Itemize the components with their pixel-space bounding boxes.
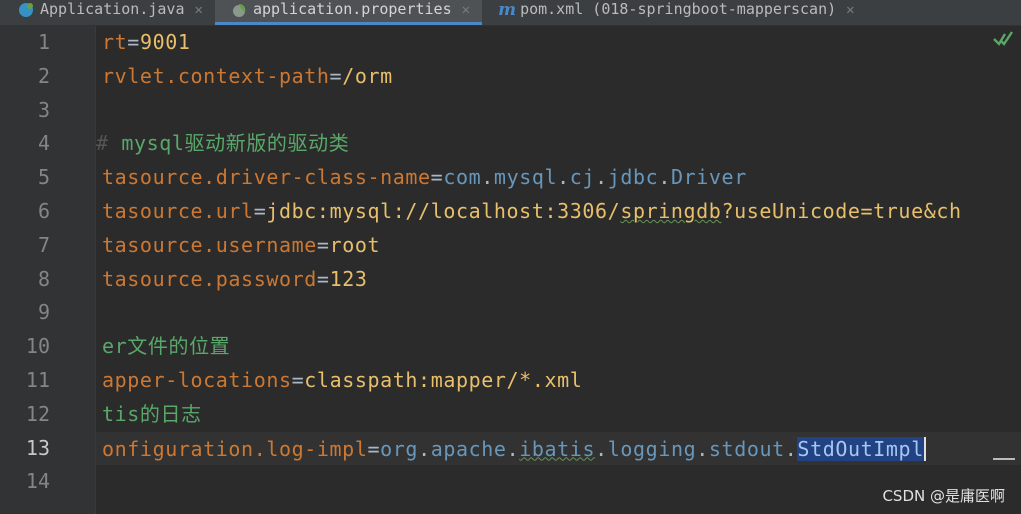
line-number: 4 [37,131,50,156]
tab-label: pom.xml (018-springboot-mapperscan) [520,0,837,18]
line-number: 11 [25,368,50,392]
line-number: 7 [37,232,50,257]
line-number: 10 [25,334,50,359]
line-number: 3 [37,97,50,122]
code-line-2[interactable]: rvlet.context-path=/orm [102,60,393,94]
inspection-ok-icon[interactable] [993,30,1013,48]
spring-properties-icon [232,3,246,17]
watermark: CSDN @是庸医啊 [882,487,1005,505]
tab-label: Application.java [40,0,185,18]
cursor-underscore [993,458,1015,460]
code-line-6[interactable]: tasource.url=jdbc:mysql://localhost:3306… [102,195,962,229]
editor-tab-bar: Application.java ✕ application.propertie… [0,0,1021,26]
line-number: 8 [37,266,50,291]
code-line-12[interactable]: tis的日志 [102,398,202,432]
close-icon[interactable]: ✕ [846,2,854,18]
line-number: 9 [37,300,50,325]
line-number: 2 [37,63,50,88]
tab-application-java[interactable]: Application.java ✕ [0,0,215,25]
line-number: 5 [37,165,50,190]
maven-icon: m [498,0,517,20]
selected-text: StdOutImpl [797,436,924,461]
line-number: 6 [37,199,50,223]
line-number: 1 [37,30,50,54]
line-number: 14 [25,469,50,494]
code-line-13[interactable]: onfiguration.log-impl=org.apache.ibatis.… [102,432,926,466]
code-line-11[interactable]: apper-locations=classpath:mapper/*.xml [102,364,582,398]
line-number-gutter: 1 2 3 4 5 6 7 8 9 10 11 12 13 14 [0,26,96,514]
code-editor[interactable]: rt=9001 rvlet.context-path=/orm # mysql驱… [96,26,1021,514]
tab-pom-xml[interactable]: m pom.xml (018-springboot-mapperscan) ✕ [482,0,867,25]
code-line-1[interactable]: rt=9001 [102,26,191,60]
text-cursor [923,436,926,461]
tab-label: application.properties [252,0,452,18]
code-line-7[interactable]: tasource.username=root [102,229,380,263]
line-number: 12 [25,401,50,426]
current-line-number: 13 [25,435,50,460]
tab-application-properties[interactable]: application.properties ✕ [214,0,483,25]
close-icon[interactable]: ✕ [462,2,470,18]
code-line-8[interactable]: tasource.password=123 [102,263,368,297]
code-line-5[interactable]: tasource.driver-class-name=com.mysql.cj.… [102,161,747,195]
code-line-4[interactable]: # mysql驱动新版的驱动类 [96,127,349,161]
code-line-10[interactable]: er文件的位置 [102,330,230,364]
close-icon[interactable]: ✕ [195,2,203,18]
spring-class-icon [19,2,33,17]
